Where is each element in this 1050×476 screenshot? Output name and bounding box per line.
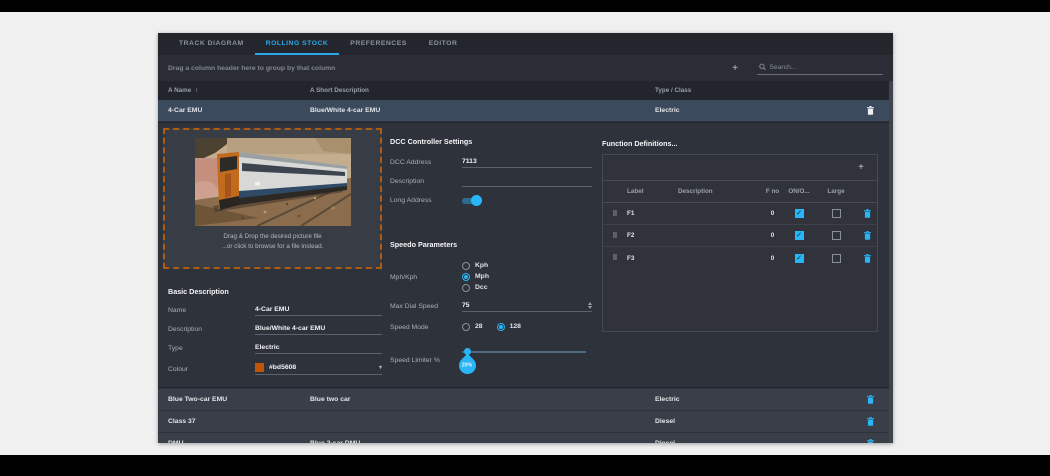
grid-header: A Name ↑ A Short Description Type / Clas… <box>158 81 893 100</box>
function-definitions-title: Function Definitions... <box>602 139 677 148</box>
on-off-checkbox[interactable]: ✓ <box>795 209 804 218</box>
dcc-address-label: DCC Address <box>390 159 462 168</box>
scrollbar[interactable] <box>889 81 893 443</box>
dcc-settings-section: DCC Controller Settings DCC Address 7113… <box>390 137 592 215</box>
radio-kph[interactable]: Kph <box>462 261 489 270</box>
tab-preferences[interactable]: PREFERENCES <box>339 33 418 55</box>
description-label: Description <box>168 326 255 335</box>
name-label: Name <box>168 307 255 316</box>
speedo-parameters-section: Speedo Parameters Mph/Kph Kph Mph Dcc Ma… <box>390 240 592 364</box>
group-by-hint: Drag a column header here to group by th… <box>168 65 335 72</box>
speedo-parameters-title: Speedo Parameters <box>390 240 592 249</box>
dcc-description-field[interactable] <box>462 177 592 187</box>
colour-label: Colour <box>168 366 255 375</box>
colour-select[interactable]: #bd5608 ▾ <box>255 363 382 375</box>
speed-limiter-slider[interactable] <box>462 348 586 356</box>
grid-rows: Blue Two-car EMU Blue two car Electric C… <box>158 389 893 443</box>
large-checkbox[interactable] <box>832 209 841 218</box>
stepper-arrows-icon[interactable] <box>588 302 592 309</box>
basic-description-title: Basic Description <box>168 287 382 296</box>
function-definitions-panel: + Label Description F no ON/O... Large ⠿… <box>602 154 878 332</box>
speed-mode-label: Speed Mode <box>390 324 462 331</box>
function-table-header: Label Description F no ON/O... Large <box>603 181 877 203</box>
speed-mode-radio-group: 28 128 <box>462 322 521 333</box>
colour-swatch <box>255 363 264 372</box>
dropzone-caption: Drag & Drop the desired picture file ...… <box>222 232 324 252</box>
type-label: Type <box>168 345 255 354</box>
radio-28[interactable]: 28 <box>462 322 483 331</box>
table-row[interactable]: Class 37 Diesel <box>158 411 893 432</box>
function-row[interactable]: ⠿ F3 0 ✓ <box>603 247 877 269</box>
table-row[interactable]: Blue Two-car EMU Blue two car Electric <box>158 389 893 410</box>
app-window: TRACK DIAGRAM ROLLING STOCK PREFERENCES … <box>158 33 893 443</box>
dcc-description-label: Description <box>390 178 462 187</box>
on-off-checkbox[interactable]: ✓ <box>795 231 804 240</box>
delete-row-icon[interactable] <box>860 100 880 121</box>
table-row-selected[interactable]: 4-Car EMU Blue/White 4-car EMU Electric <box>158 100 893 121</box>
unit-radio-group: Kph Mph Dcc <box>462 261 489 294</box>
column-header-name[interactable]: A Name ↑ <box>168 87 198 94</box>
sort-ascending-icon: ↑ <box>195 87 198 94</box>
large-checkbox[interactable] <box>832 231 841 240</box>
drag-handle-icon[interactable]: ⠿ <box>603 254 627 262</box>
search-input[interactable] <box>769 64 881 71</box>
train-photo <box>195 138 351 226</box>
column-header-description[interactable]: A Short Description <box>310 87 369 94</box>
max-dial-speed-label: Max Dial Speed <box>390 303 462 312</box>
dcc-address-field[interactable]: 7113 <box>462 158 592 168</box>
delete-row-icon[interactable] <box>860 433 880 443</box>
tab-editor[interactable]: EDITOR <box>418 33 469 55</box>
delete-function-icon[interactable] <box>857 231 877 240</box>
tab-track-diagram[interactable]: TRACK DIAGRAM <box>168 33 255 55</box>
radio-dcc[interactable]: Dcc <box>462 283 489 292</box>
search-box <box>757 61 883 75</box>
cell-name: 4-Car EMU <box>168 100 202 121</box>
tab-rolling-stock[interactable]: ROLLING STOCK <box>255 33 340 55</box>
delete-row-icon[interactable] <box>860 411 880 432</box>
function-toolbar: + <box>603 155 877 181</box>
long-address-toggle[interactable] <box>462 196 482 205</box>
long-address-label: Long Address <box>390 197 462 206</box>
basic-description-section: Basic Description Name 4-Car EMU Descrip… <box>168 287 382 384</box>
table-row[interactable]: DMU Blue 2-car DMU Diesel <box>158 433 893 443</box>
dcc-settings-title: DCC Controller Settings <box>390 137 592 146</box>
picture-dropzone[interactable]: Drag & Drop the desired picture file ...… <box>163 128 382 269</box>
cell-description: Blue/White 4-car EMU <box>310 100 380 121</box>
max-dial-speed-stepper[interactable]: 75 <box>462 302 592 312</box>
large-checkbox[interactable] <box>832 254 841 263</box>
add-row-button[interactable]: + <box>727 63 743 74</box>
add-function-button[interactable]: + <box>853 162 869 173</box>
description-field[interactable]: Blue/White 4-car EMU <box>255 325 382 335</box>
name-field[interactable]: 4-Car EMU <box>255 306 382 316</box>
drag-handle-icon[interactable]: ⠿ <box>603 232 627 240</box>
speed-limiter-label: Speed Limiter % <box>390 357 462 364</box>
cell-type: Electric <box>655 100 680 121</box>
on-off-checkbox[interactable]: ✓ <box>795 254 804 263</box>
delete-function-icon[interactable] <box>857 209 877 218</box>
column-header-type[interactable]: Type / Class <box>655 87 691 94</box>
function-row[interactable]: ⠿ F2 0 ✓ <box>603 225 877 247</box>
radio-128[interactable]: 128 <box>497 322 521 331</box>
delete-function-icon[interactable] <box>857 254 877 263</box>
search-icon <box>759 63 766 71</box>
radio-mph[interactable]: Mph <box>462 272 489 281</box>
type-field[interactable]: Electric <box>255 344 382 354</box>
delete-row-icon[interactable] <box>860 389 880 410</box>
group-by-bar: Drag a column header here to group by th… <box>158 55 893 81</box>
chevron-down-icon: ▾ <box>379 364 382 371</box>
unit-label: Mph/Kph <box>390 274 462 281</box>
function-row[interactable]: ⠿ F1 0 ✓ <box>603 203 877 225</box>
drag-handle-icon[interactable]: ⠿ <box>603 210 627 218</box>
tab-bar: TRACK DIAGRAM ROLLING STOCK PREFERENCES … <box>158 33 893 55</box>
row-edit-panel: Drag & Drop the desired picture file ...… <box>158 122 893 388</box>
